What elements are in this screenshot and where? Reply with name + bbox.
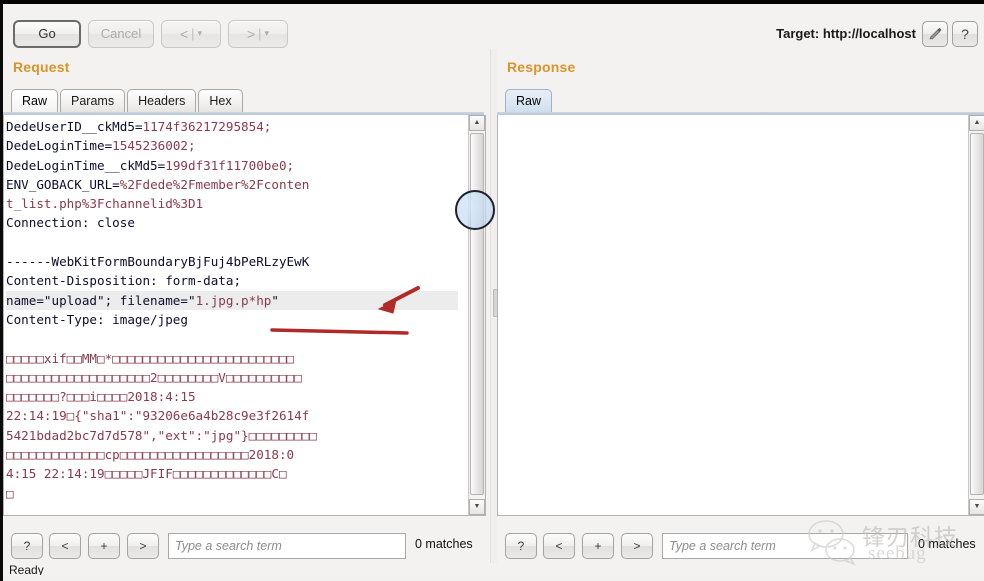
response-search-bar: ? < + > 0 matches [497, 533, 984, 563]
response-panel: Response Raw ▲ ▼ [497, 49, 984, 575]
request-match-count: 0 matches [415, 537, 473, 551]
request-tabstrip: Raw Params Headers Hex [11, 88, 245, 113]
response-search-input[interactable] [662, 533, 908, 559]
request-search-help-button[interactable]: ? [11, 533, 43, 559]
repeater-toolbar: Go Cancel < | ▾ > | ▾ Target: http://loc… [3, 4, 984, 49]
next-request-button[interactable]: > | ▾ [228, 20, 288, 48]
edit-target-button[interactable] [922, 21, 948, 47]
go-button[interactable]: Go [13, 20, 81, 48]
chevron-down-icon[interactable]: ▾ [198, 20, 203, 46]
prev-arrow-icon: < [179, 26, 189, 42]
request-search-add-button[interactable]: + [88, 533, 120, 559]
response-editor[interactable]: ▲ ▼ [497, 115, 984, 516]
request-vertical-scrollbar[interactable]: ▲ ▼ [468, 115, 485, 515]
burp-repeater-window: Go Cancel < | ▾ > | ▾ Target: http://loc… [0, 0, 984, 581]
scroll-up-icon[interactable]: ▲ [469, 115, 485, 131]
tab-request-raw[interactable]: Raw [11, 89, 59, 113]
response-search-add-button[interactable]: + [582, 533, 614, 559]
response-tabstrip: Raw [505, 88, 554, 113]
request-search-prev-button[interactable]: < [49, 533, 81, 559]
request-title: Request [13, 59, 70, 75]
scroll-up-icon[interactable]: ▲ [969, 115, 984, 131]
request-search-input[interactable] [168, 533, 406, 559]
status-text: Ready [9, 563, 44, 575]
chevron-down-icon[interactable]: ▾ [265, 20, 270, 46]
scroll-down-icon[interactable]: ▼ [969, 499, 984, 515]
scrollbar-thumb[interactable] [470, 133, 484, 495]
request-panel: Request Raw Params Headers Hex DedeUserI… [3, 49, 492, 575]
previous-request-button[interactable]: < | ▾ [161, 20, 221, 48]
request-raw-text[interactable]: DedeUserID__ckMd5=1174f36217295854; DedeL… [6, 117, 458, 503]
cancel-button[interactable]: Cancel [88, 20, 154, 48]
scroll-down-icon[interactable]: ▼ [469, 499, 485, 515]
tab-response-raw[interactable]: Raw [505, 89, 553, 113]
response-search-help-button[interactable]: ? [505, 533, 537, 559]
pencil-icon [929, 27, 942, 40]
response-vertical-scrollbar[interactable]: ▲ ▼ [968, 115, 984, 515]
response-search-next-button[interactable]: > [621, 533, 653, 559]
help-button[interactable]: ? [952, 21, 978, 47]
next-arrow-icon: > [246, 26, 256, 42]
tab-request-params[interactable]: Params [60, 89, 126, 113]
scrollbar-thumb[interactable] [970, 133, 984, 495]
tab-request-headers[interactable]: Headers [127, 89, 197, 113]
target-label: Target: http://localhost [776, 26, 916, 41]
split-separator: | [191, 26, 195, 41]
request-search-bar: ? < + > 0 matches [3, 533, 492, 563]
request-search-next-button[interactable]: > [127, 533, 159, 559]
response-search-prev-button[interactable]: < [543, 533, 575, 559]
tab-request-hex[interactable]: Hex [198, 89, 243, 113]
response-match-count: 0 matches [918, 537, 976, 551]
response-title: Response [507, 59, 576, 75]
status-bar: Ready [3, 563, 984, 575]
question-mark-icon: ? [961, 26, 969, 42]
request-editor[interactable]: DedeUserID__ckMd5=1174f36217295854; DedeL… [3, 115, 486, 516]
split-separator: | [258, 26, 262, 41]
